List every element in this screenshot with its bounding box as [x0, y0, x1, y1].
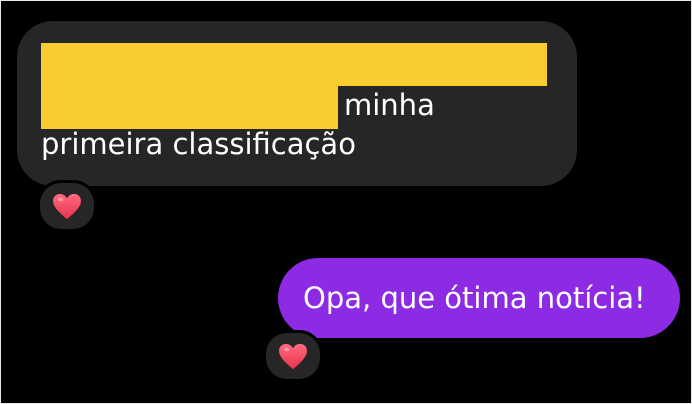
incoming-message-text-line1: minha [344, 88, 435, 122]
incoming-message-text-line2: primeira classificação [41, 127, 356, 161]
redaction-block [41, 43, 547, 86]
heart-icon [52, 193, 82, 220]
incoming-reaction-badge[interactable] [37, 180, 97, 232]
outgoing-message-text: Opa, que ótima notícia! [303, 281, 646, 315]
chat-window: minha primeira classificação Opa, que ót… [0, 0, 692, 404]
heart-icon [278, 343, 308, 370]
redaction-block [41, 86, 338, 129]
outgoing-reaction-badge[interactable] [263, 330, 323, 382]
